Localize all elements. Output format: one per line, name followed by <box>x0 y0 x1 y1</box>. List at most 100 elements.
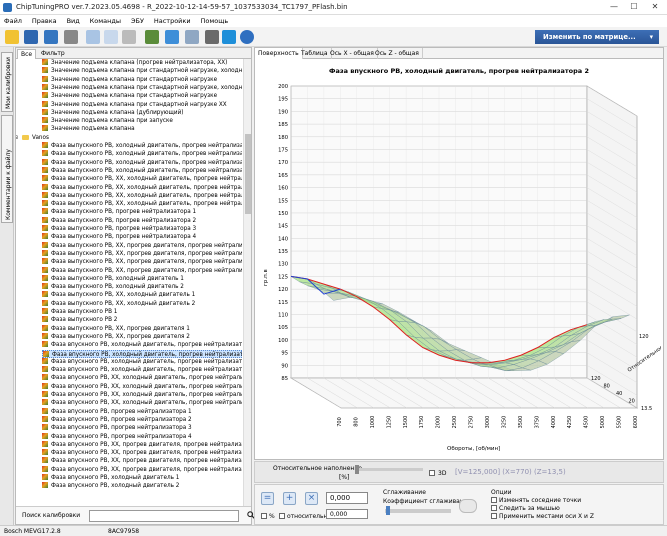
option-swap-axes-checkbox[interactable] <box>491 513 497 519</box>
undo-icon[interactable] <box>145 30 159 44</box>
copy-icon[interactable] <box>86 30 100 44</box>
tree-item[interactable]: Фаза впускного РВ, холодный двигатель 2 <box>42 482 242 490</box>
maximize-button[interactable]: ☐ <box>624 1 644 13</box>
load-slider-thumb[interactable] <box>355 465 359 474</box>
tree-item[interactable]: Фаза выпускного РВ, прогрев нейтрализато… <box>42 233 242 241</box>
tree-item[interactable]: Фаза выпускного РВ, прогрев нейтрализато… <box>42 216 242 225</box>
tree-item[interactable]: Значение подъема клапана при стандартной… <box>42 83 242 92</box>
relative-input[interactable]: 0,000 <box>326 509 368 519</box>
option-neighbors-checkbox[interactable] <box>491 497 497 503</box>
option-follow-mouse-checkbox[interactable] <box>491 505 497 511</box>
tree-item[interactable]: Фаза впускного РВ, XX, прогрев двигателя… <box>42 449 242 457</box>
menu-edit[interactable]: Правка <box>28 15 61 27</box>
open-icon[interactable] <box>5 30 19 44</box>
tree-item[interactable]: Значение подъема клапана при стандартной… <box>42 67 242 75</box>
tree-item[interactable]: Фаза впускного РВ, прогрев нейтрализатор… <box>42 415 242 424</box>
tree-item[interactable]: Фаза выпускного РВ, холодный двигатель, … <box>42 150 242 158</box>
tree-item[interactable]: Фаза впускного РВ, холодный двигатель 1 <box>42 474 242 482</box>
print-icon[interactable] <box>64 30 78 44</box>
tree-item[interactable]: Фаза выпускного РВ, XX, прогрев двигател… <box>42 241 242 250</box>
plus-icon[interactable]: + <box>283 492 296 505</box>
tab-filter[interactable]: Фильтр <box>38 49 68 58</box>
apply-smoothing-button[interactable] <box>459 499 477 513</box>
cut-icon[interactable] <box>122 30 136 44</box>
tree-item[interactable]: Значение подъема клапана <box>42 125 242 133</box>
smoothing-slider[interactable] <box>385 509 451 513</box>
tree-item[interactable]: Фаза впускного РВ, прогрев нейтрализатор… <box>42 424 242 432</box>
tree-item[interactable]: Фаза выпускного РВ, XX, холодный двигате… <box>42 291 242 299</box>
menu-file[interactable]: Файл <box>0 15 26 27</box>
tree-item[interactable]: Значение подъема клапана при стандартной… <box>42 92 242 100</box>
help-icon[interactable] <box>240 30 254 44</box>
change-by-matrix-button[interactable]: Изменить по матрице... ▾ <box>535 30 659 44</box>
load-slider[interactable] <box>355 468 423 471</box>
internet-icon[interactable] <box>222 30 236 44</box>
tree-item[interactable]: Фаза выпускного РВ 2 <box>42 316 242 324</box>
tree-item[interactable]: Фаза впускного РВ, холодный двигатель, п… <box>42 341 242 349</box>
paste-icon[interactable] <box>104 30 118 44</box>
checksum-icon[interactable] <box>185 30 199 44</box>
tree-item[interactable]: Фаза впускного РВ, холодный двигатель, п… <box>42 366 242 374</box>
relative-checkbox[interactable] <box>279 513 285 519</box>
tree-item[interactable]: Фаза выпускного РВ, XX, холодный двигате… <box>42 175 242 183</box>
tree-item[interactable]: Фаза выпускного РВ 1 <box>42 308 242 316</box>
save-as-icon[interactable] <box>44 30 58 44</box>
tree-item[interactable]: Фаза впускного РВ, прогрев нейтрализатор… <box>42 432 242 441</box>
tab-axis-x[interactable]: Ось X - общая <box>327 48 378 59</box>
menu-view[interactable]: Вид <box>63 15 84 27</box>
close-button[interactable]: ✕ <box>645 1 665 13</box>
tab-all[interactable]: Все <box>17 49 37 59</box>
tree-item[interactable]: Фаза выпускного РВ, XX, прогрев двигател… <box>42 249 242 258</box>
tree-item[interactable]: Фаза впускного РВ, XX, холодный двигател… <box>42 391 242 399</box>
checkbox-3d[interactable] <box>429 470 435 476</box>
menu-help[interactable]: Помощь <box>196 15 232 27</box>
tree-item[interactable]: Фаза выпускного РВ, XX, прогрев двигател… <box>42 332 242 341</box>
tree-item[interactable]: Фаза впускного РВ, XX, прогрев двигателя… <box>42 440 242 449</box>
tab-axis-z[interactable]: Ось Z - общая <box>372 48 423 59</box>
tree-item[interactable]: Фаза выпускного РВ, холодный двигатель 2 <box>42 283 242 291</box>
menu-settings[interactable]: Настройки <box>150 15 195 27</box>
tab-surface[interactable]: Поверхность <box>255 48 303 59</box>
tree-item[interactable]: Фаза впускного РВ, холодный двигатель, п… <box>42 349 242 358</box>
collapse-icon[interactable]: ⊟ <box>16 134 18 142</box>
equal-icon[interactable]: = <box>261 492 274 505</box>
tree-item[interactable]: Значение подъема клапана при запуске <box>42 117 242 125</box>
tree-item[interactable]: Фаза выпускного РВ, XX, прогрев двигател… <box>42 324 242 333</box>
tree-item[interactable]: Фаза выпускного РВ, холодный двигатель, … <box>42 158 242 167</box>
tree-item[interactable]: Фаза выпускного РВ, XX, холодный двигате… <box>42 299 242 308</box>
save-icon[interactable] <box>24 30 38 44</box>
smoothing-slider-thumb[interactable] <box>386 506 390 515</box>
tree-item[interactable]: Фаза выпускного РВ, XX, прогрев двигател… <box>42 258 242 266</box>
tab-file-comments[interactable]: Комментарии к файлу <box>1 115 13 223</box>
search-input[interactable] <box>89 510 239 522</box>
tree-item[interactable]: Фаза впускного РВ, XX, холодный двигател… <box>42 374 242 382</box>
tree-item[interactable]: Фаза выпускного РВ, XX, холодный двигате… <box>42 183 242 192</box>
tree-item[interactable]: Фаза выпускного РВ, XX, прогрев двигател… <box>42 266 242 275</box>
surface-chart[interactable]: 85 90 95 100 105 110 115 120 125 130 135 140 145 150 1… <box>257 76 661 456</box>
tree-item[interactable]: Фаза выпускного РВ, холодный двигатель, … <box>42 142 242 150</box>
tree-item[interactable]: Значение подъема клапана (прогрев нейтра… <box>42 59 242 67</box>
tree-item[interactable]: Фаза впускного РВ, XX, прогрев двигателя… <box>42 465 242 474</box>
tree-item[interactable]: Фаза впускного РВ, XX, холодный двигател… <box>42 399 242 407</box>
tree-item[interactable]: Фаза впускного РВ, прогрев нейтрализатор… <box>42 407 242 416</box>
value-input[interactable]: 0,000 <box>326 492 368 504</box>
tree-folder[interactable]: ⊟ Vanos <box>16 134 242 142</box>
tree-item[interactable]: Фаза выпускного РВ, XX, холодный двигате… <box>42 200 242 208</box>
tree-item[interactable]: Фаза впускного РВ, XX, холодный двигател… <box>42 382 242 391</box>
minimize-button[interactable]: — <box>604 1 624 13</box>
tree-item[interactable]: Значение подъема клапана при стандартной… <box>42 100 242 109</box>
tab-my-calibrations[interactable]: Мои калибровки <box>1 52 13 112</box>
percent-checkbox[interactable] <box>261 513 267 519</box>
tree-item[interactable]: Фаза выпускного РВ, холодный двигатель 1 <box>42 274 242 283</box>
tree-item[interactable]: Фаза выпускного РВ, XX, холодный двигате… <box>42 191 242 200</box>
tree-item[interactable]: Фаза впускного РВ, XX, прогрев двигателя… <box>42 457 242 465</box>
tree-item[interactable]: Фаза выпускного РВ, холодный двигатель, … <box>42 166 242 175</box>
tree-item[interactable]: Значение подъема клапана при стандартной… <box>42 75 242 84</box>
multiply-icon[interactable]: × <box>305 492 318 505</box>
tree-item[interactable]: Фаза выпускного РВ, прогрев нейтрализато… <box>42 208 242 216</box>
tools-icon[interactable] <box>205 30 219 44</box>
menu-ecu[interactable]: ЭБУ <box>127 15 148 27</box>
tree-item[interactable]: Фаза выпускного РВ, прогрев нейтрализато… <box>42 225 242 233</box>
tree-scrollbar[interactable] <box>243 59 251 506</box>
tree-item[interactable]: Значение подъема клапана (дублирующий) <box>42 108 242 117</box>
